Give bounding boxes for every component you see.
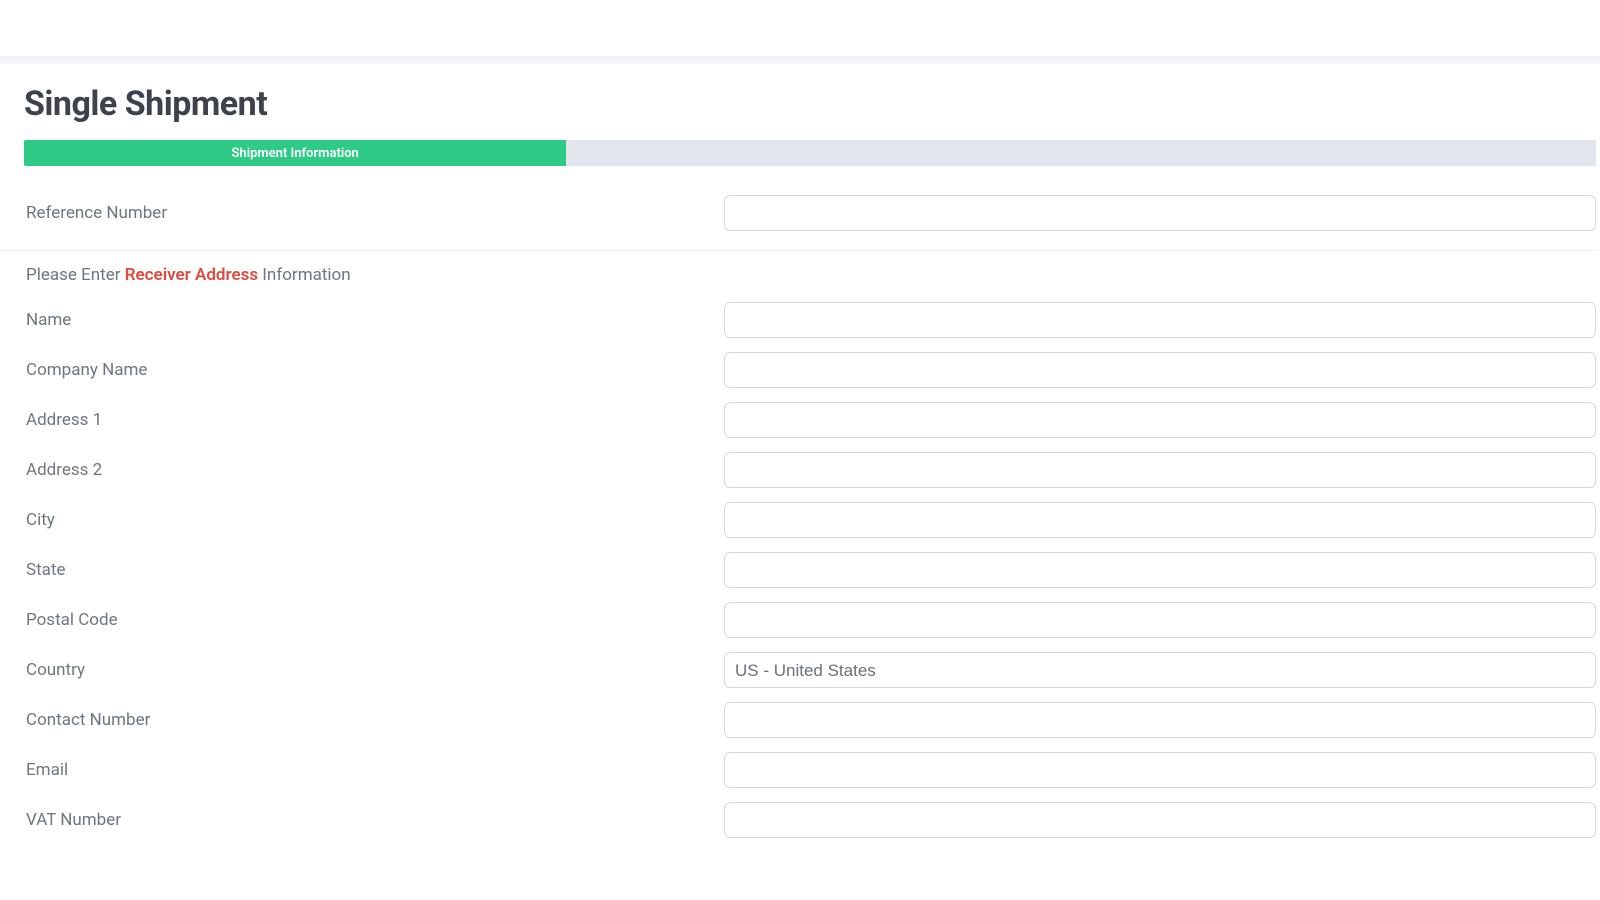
header-divider <box>0 56 1600 64</box>
tab-shipment-information[interactable]: Shipment Information <box>24 140 566 166</box>
section-divider <box>0 250 1596 251</box>
label-name: Name <box>24 310 724 330</box>
row-address2: Address 2 <box>24 445 1596 495</box>
label-address2: Address 2 <box>24 460 724 480</box>
label-contact-number: Contact Number <box>24 710 724 730</box>
label-state: State <box>24 560 724 580</box>
row-company-name: Company Name <box>24 345 1596 395</box>
label-address1: Address 1 <box>24 410 724 430</box>
input-address1[interactable] <box>724 402 1596 438</box>
row-state: State <box>24 545 1596 595</box>
input-vat-number[interactable] <box>724 802 1596 838</box>
input-company-name[interactable] <box>724 352 1596 388</box>
input-name[interactable] <box>724 302 1596 338</box>
progress-tabs: Shipment Information <box>24 140 1596 166</box>
prompt-prefix: Please Enter <box>26 265 125 285</box>
input-state[interactable] <box>724 552 1596 588</box>
row-contact-number: Contact Number <box>24 695 1596 745</box>
input-address2[interactable] <box>724 452 1596 488</box>
receiver-address-prompt: Please Enter Receiver Address Informatio… <box>24 253 1596 295</box>
page-container: Single Shipment Shipment Information Ref… <box>0 64 1600 845</box>
input-email[interactable] <box>724 752 1596 788</box>
input-reference-number[interactable] <box>724 195 1596 231</box>
prompt-suffix: Information <box>258 265 351 285</box>
label-vat-number: VAT Number <box>24 810 724 830</box>
select-country[interactable]: US - United States <box>724 652 1596 688</box>
label-country: Country <box>24 660 724 680</box>
label-email: Email <box>24 760 724 780</box>
label-company-name: Company Name <box>24 360 724 380</box>
row-postal-code: Postal Code <box>24 595 1596 645</box>
input-postal-code[interactable] <box>724 602 1596 638</box>
row-vat-number: VAT Number <box>24 795 1596 845</box>
prompt-highlight: Receiver Address <box>125 265 258 285</box>
label-city: City <box>24 510 724 530</box>
page-title: Single Shipment <box>24 64 1596 140</box>
row-address1: Address 1 <box>24 395 1596 445</box>
input-city[interactable] <box>724 502 1596 538</box>
row-country: Country US - United States <box>24 645 1596 695</box>
row-reference-number: Reference Number <box>24 188 1596 238</box>
tab-step-placeholder[interactable] <box>566 140 1596 166</box>
row-city: City <box>24 495 1596 545</box>
label-postal-code: Postal Code <box>24 610 724 630</box>
input-contact-number[interactable] <box>724 702 1596 738</box>
label-reference-number: Reference Number <box>24 203 724 223</box>
row-email: Email <box>24 745 1596 795</box>
row-name: Name <box>24 295 1596 345</box>
top-spacer <box>0 0 1600 56</box>
